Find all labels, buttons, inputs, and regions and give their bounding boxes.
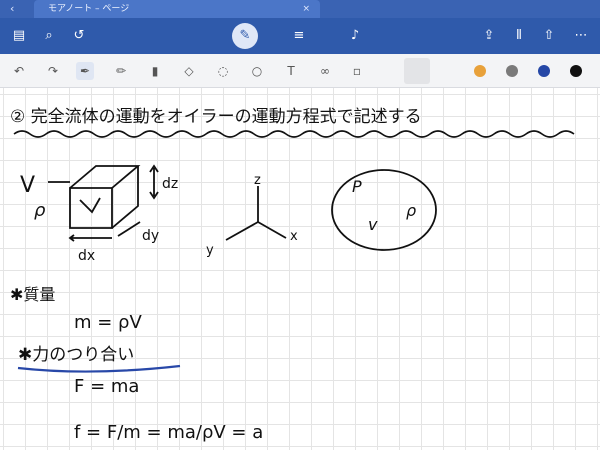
color-picker-button[interactable] bbox=[404, 58, 430, 84]
fluid-region-ellipse bbox=[331, 169, 437, 251]
export-icon[interactable]: ⇧ bbox=[540, 27, 558, 45]
app-bar: ▤ ⌕ ↺ ✎ ≡ ♪ ⇪ ⫴ ⇧ ⋯ bbox=[0, 18, 600, 54]
pressure-label: P bbox=[352, 177, 362, 196]
coordinate-axes bbox=[225, 186, 287, 241]
velocity-label: v bbox=[368, 215, 378, 234]
force-equation: F = ma bbox=[74, 376, 139, 397]
cube-density-label: ρ bbox=[34, 200, 46, 221]
color-orange[interactable] bbox=[474, 65, 486, 77]
force-balance-heading: ✱力のつり合い bbox=[18, 345, 134, 365]
color-gray[interactable] bbox=[506, 65, 518, 77]
text-icon[interactable]: T bbox=[282, 62, 300, 80]
cube-volume-label: V bbox=[20, 173, 35, 198]
dz-label: dz bbox=[162, 176, 178, 192]
blue-underline bbox=[17, 364, 181, 373]
back-icon[interactable]: ‹ bbox=[10, 3, 22, 15]
axis-z-label: z bbox=[254, 173, 261, 188]
ellipse-density-label: ρ bbox=[406, 201, 416, 220]
mass-equation: m = ρV bbox=[74, 312, 142, 333]
highlighter-icon[interactable]: ▮ bbox=[146, 62, 164, 80]
close-icon[interactable]: × bbox=[302, 0, 310, 18]
axis-y-label: y bbox=[206, 243, 214, 258]
tab-current[interactable]: モアノート – ページ × bbox=[34, 0, 320, 18]
note-heading: ② 完全流体の運動をオイラーの運動方程式で記述する bbox=[10, 107, 422, 127]
more-icon[interactable]: ⋯ bbox=[572, 27, 590, 45]
link-icon[interactable]: ∞ bbox=[316, 62, 334, 80]
pen-mode-icon[interactable]: ✎ bbox=[232, 23, 258, 49]
dx-label: dx bbox=[78, 248, 95, 264]
color-black[interactable] bbox=[570, 65, 582, 77]
mass-heading: ✱質量 bbox=[10, 285, 55, 304]
mic-icon[interactable]: ♪ bbox=[346, 27, 364, 45]
shapes-icon[interactable]: ○ bbox=[248, 62, 266, 80]
color-blue[interactable] bbox=[538, 65, 550, 77]
share-icon[interactable]: ⇪ bbox=[480, 27, 498, 45]
columns-icon[interactable]: ⫴ bbox=[510, 27, 528, 45]
undo-icon[interactable]: ↺ bbox=[70, 27, 88, 45]
redo-icon[interactable]: ↷ bbox=[44, 62, 62, 80]
tab-title: モアノート – ページ bbox=[48, 4, 130, 14]
lasso-icon[interactable]: ◌ bbox=[214, 62, 232, 80]
page-add-icon[interactable]: ≡ bbox=[290, 27, 308, 45]
tab-bar: ‹ モアノート – ページ × bbox=[0, 0, 600, 18]
eraser-icon[interactable]: ◇ bbox=[180, 62, 198, 80]
pen-icon[interactable]: ✒ bbox=[76, 62, 94, 80]
note-canvas[interactable]: ② 完全流体の運動をオイラーの運動方程式で記述する V ρ dz dy dx z… bbox=[0, 88, 600, 450]
sidebar-icon[interactable]: ▤ bbox=[10, 27, 28, 45]
pencil-icon[interactable]: ✏ bbox=[112, 62, 130, 80]
undo-icon[interactable]: ↶ bbox=[10, 62, 28, 80]
handwriting-layer: ② 完全流体の運動をオイラーの運動方程式で記述する V ρ dz dy dx z… bbox=[10, 107, 575, 443]
image-icon[interactable]: ▫ bbox=[348, 62, 366, 80]
dy-label: dy bbox=[142, 228, 159, 244]
search-icon[interactable]: ⌕ bbox=[40, 27, 58, 45]
heading-wavy-underline bbox=[13, 130, 575, 138]
acceleration-equation: f = F/m = ma/ρV = a bbox=[74, 422, 263, 443]
axis-x-label: x bbox=[290, 229, 298, 244]
